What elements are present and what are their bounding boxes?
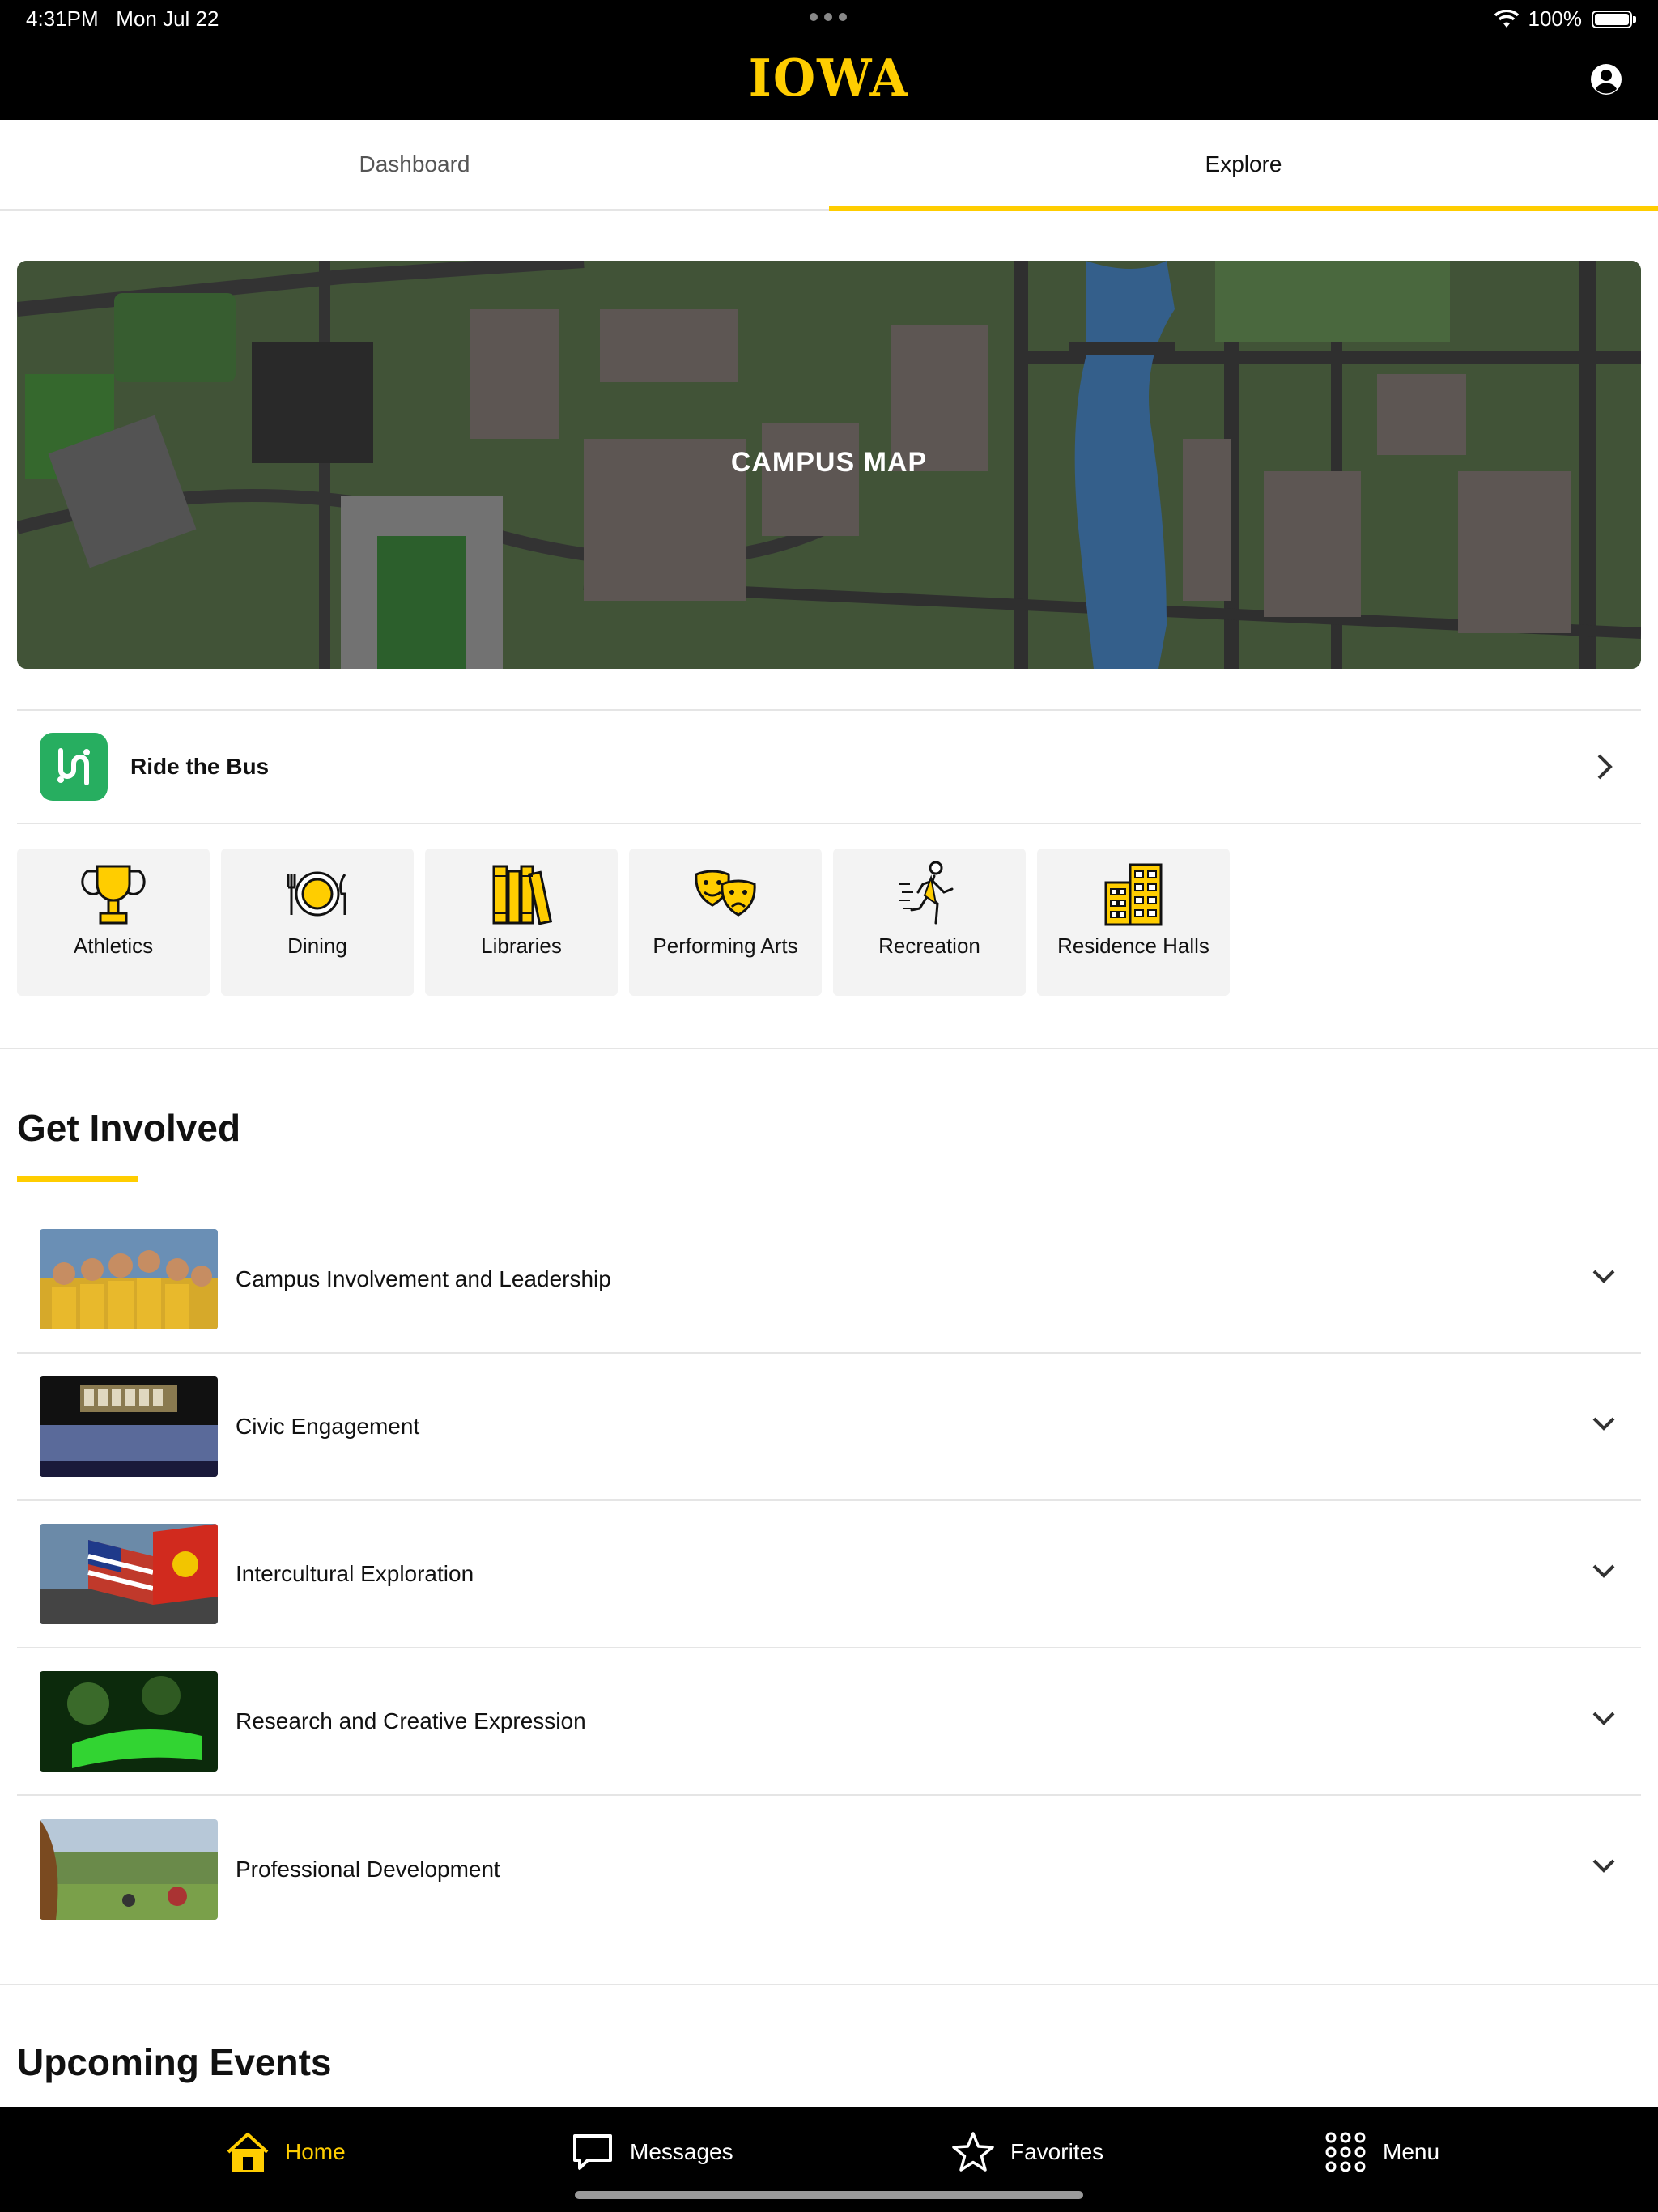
multitask-dots[interactable] xyxy=(810,13,847,21)
nav-favorites[interactable]: Favorites xyxy=(950,2131,1103,2173)
home-icon xyxy=(227,2133,269,2172)
list-item[interactable]: Campus Involvement and Leadership xyxy=(17,1206,1641,1354)
ride-the-bus-label: Ride the Bus xyxy=(130,754,270,779)
category-label: Libraries xyxy=(481,934,562,958)
upcoming-events-title: Upcoming Events xyxy=(17,2041,332,2083)
battery-percent: 100% xyxy=(1528,6,1583,31)
list-item-label: Civic Engagement xyxy=(236,1414,420,1439)
iowa-logo: IOWA xyxy=(748,49,910,108)
list-item-label: Research and Creative Expression xyxy=(236,1708,586,1733)
nav-messages[interactable]: Messages xyxy=(570,2131,733,2173)
category-label: Residence Halls xyxy=(1057,934,1209,958)
runner-icon xyxy=(899,861,954,925)
category-label: Dining xyxy=(287,934,347,958)
status-right: 100% xyxy=(1494,6,1636,32)
profile-icon[interactable] xyxy=(1590,63,1622,96)
nav-menu[interactable]: Menu xyxy=(1323,2131,1439,2173)
category-athletics[interactable]: Athletics xyxy=(17,849,210,996)
thumbnail-image xyxy=(40,1524,218,1624)
chevron-down-icon xyxy=(1592,1417,1615,1431)
title-underline xyxy=(17,1176,138,1182)
plate-icon xyxy=(287,871,346,917)
building-icon xyxy=(1104,863,1163,926)
campus-map-card[interactable]: CAMPUS MAP xyxy=(17,261,1641,669)
category-label: Recreation xyxy=(878,934,980,958)
category-residence-halls[interactable]: Residence Halls xyxy=(1037,849,1230,996)
category-libraries[interactable]: Libraries xyxy=(425,849,618,996)
chevron-down-icon xyxy=(1592,1712,1615,1725)
campus-map-label: CAMPUS MAP xyxy=(730,447,928,478)
nav-home[interactable]: Home xyxy=(225,2131,346,2173)
get-involved-title: Get Involved xyxy=(17,1107,241,1149)
home-indicator[interactable] xyxy=(575,2191,1083,2199)
wifi-icon xyxy=(1494,9,1519,28)
list-item-label: Intercultural Exploration xyxy=(236,1561,474,1586)
category-performing-arts[interactable]: Performing Arts xyxy=(629,849,822,996)
chevron-down-icon xyxy=(1592,1564,1615,1578)
section-divider xyxy=(0,1048,1658,1049)
list-item[interactable]: Intercultural Exploration xyxy=(17,1501,1641,1648)
bus-app-icon xyxy=(40,733,108,801)
battery-icon xyxy=(1592,10,1636,28)
ride-the-bus-row[interactable]: Ride the Bus xyxy=(17,709,1641,824)
tab-bar: Dashboard Explore xyxy=(0,120,1658,211)
category-grid: Athletics Dining Libraries Performing Ar… xyxy=(17,849,1230,996)
chevron-right-icon xyxy=(1597,754,1613,780)
category-label: Athletics xyxy=(73,934,154,958)
trophy-icon xyxy=(81,865,146,925)
message-icon xyxy=(573,2134,612,2170)
list-item-label: Professional Development xyxy=(236,1857,500,1882)
thumbnail-image xyxy=(40,1671,218,1772)
list-item-label: Campus Involvement and Leadership xyxy=(236,1266,611,1291)
list-item[interactable]: Professional Development xyxy=(17,1796,1641,1943)
nav-messages-label: Messages xyxy=(630,2139,733,2164)
category-dining[interactable]: Dining xyxy=(221,849,414,996)
status-time: 4:31PM Mon Jul 22 xyxy=(26,6,219,32)
theater-masks-icon xyxy=(695,870,756,917)
category-label: Performing Arts xyxy=(653,934,798,958)
list-item[interactable]: Civic Engagement xyxy=(17,1354,1641,1501)
section-divider xyxy=(0,1984,1658,1985)
thumbnail-image xyxy=(40,1376,218,1477)
tab-explore[interactable]: Explore xyxy=(829,120,1658,211)
thumbnail-image xyxy=(40,1819,218,1920)
star-icon xyxy=(952,2132,994,2172)
nav-favorites-label: Favorites xyxy=(1010,2139,1104,2164)
grid-icon xyxy=(1325,2132,1366,2172)
status-date: Mon Jul 22 xyxy=(116,6,219,31)
list-item[interactable]: Research and Creative Expression xyxy=(17,1648,1641,1796)
top-bar: 4:31PM Mon Jul 22 100% IOWA xyxy=(0,0,1658,120)
nav-menu-label: Menu xyxy=(1383,2139,1440,2164)
status-clock: 4:31PM xyxy=(26,6,99,31)
tab-dashboard[interactable]: Dashboard xyxy=(0,120,829,209)
chevron-down-icon xyxy=(1592,1270,1615,1283)
category-recreation[interactable]: Recreation xyxy=(833,849,1026,996)
thumbnail-image xyxy=(40,1229,218,1329)
chevron-down-icon xyxy=(1592,1859,1615,1873)
nav-home-label: Home xyxy=(285,2139,346,2164)
books-icon xyxy=(492,865,553,925)
get-involved-list: Campus Involvement and Leadership Civic … xyxy=(17,1206,1641,1943)
